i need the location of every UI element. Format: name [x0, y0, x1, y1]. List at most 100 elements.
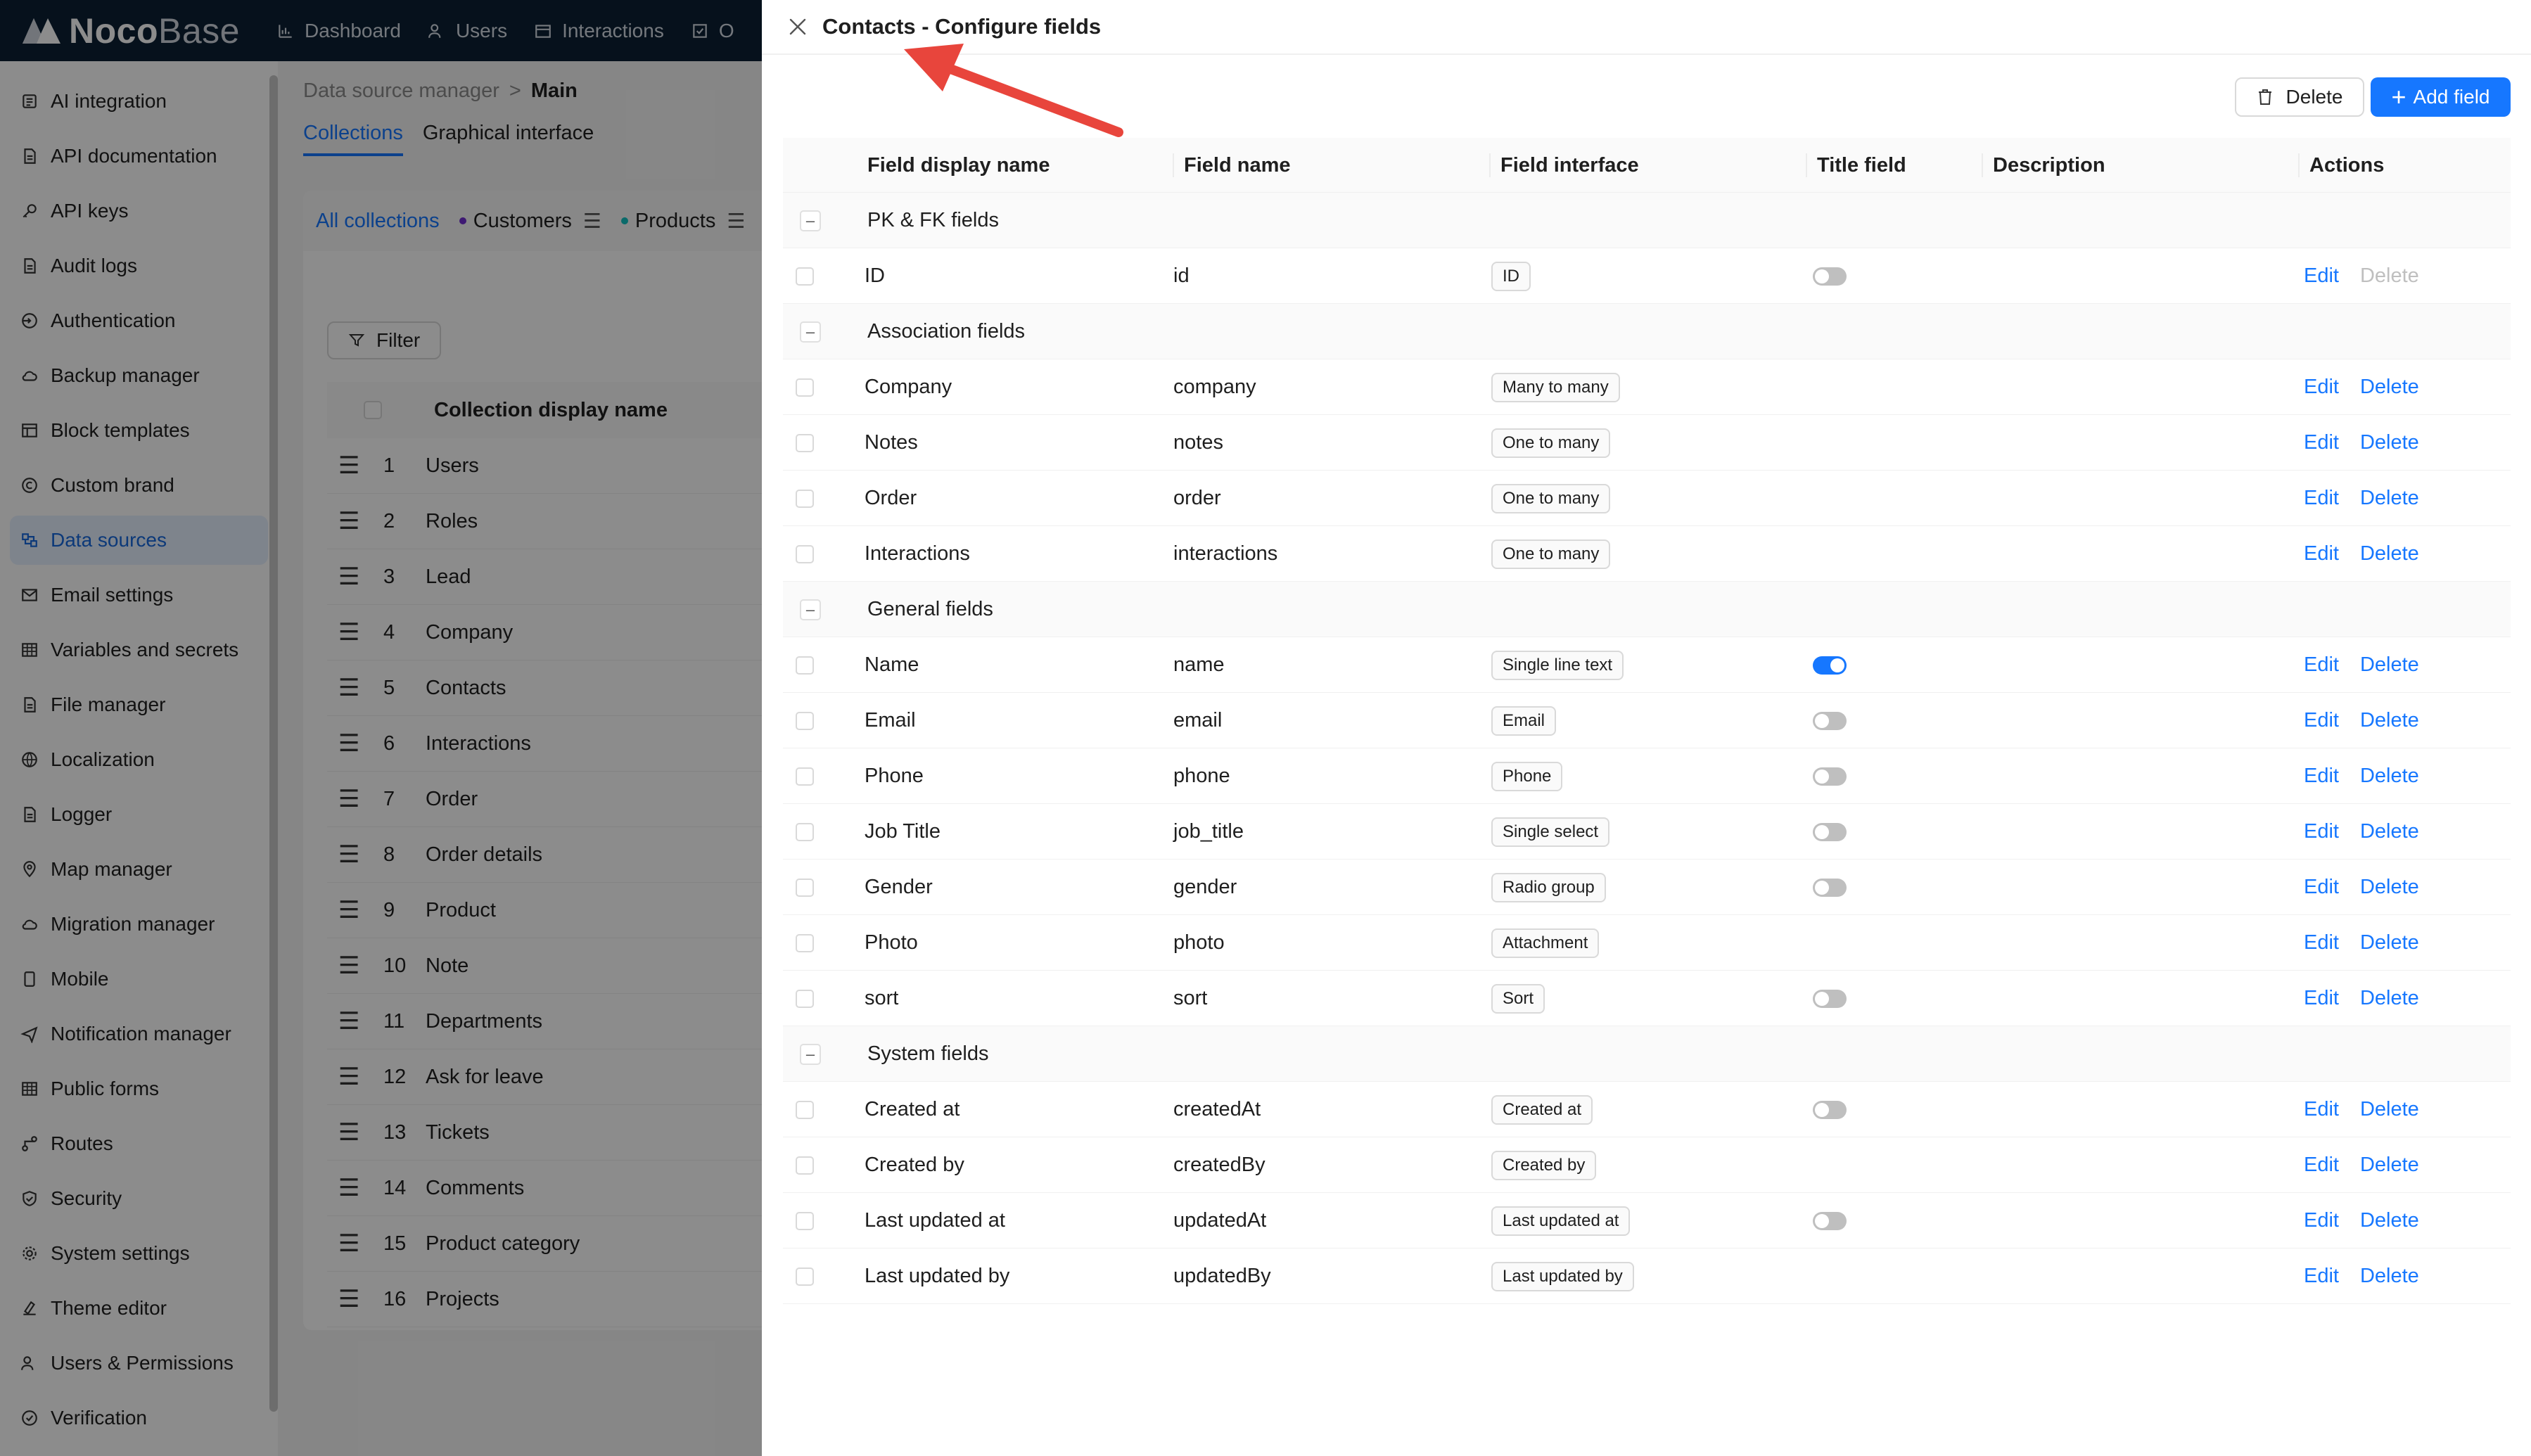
- row-checkbox[interactable]: [796, 822, 814, 841]
- field-display-name: Phone: [865, 765, 924, 787]
- field-name: photo: [1173, 931, 1225, 954]
- edit-link[interactable]: Edit: [2304, 264, 2339, 288]
- delete-link[interactable]: Delete: [2360, 709, 2419, 732]
- drawer-title: Contacts - Configure fields: [822, 14, 1102, 39]
- title-field-switch[interactable]: [1813, 267, 1847, 286]
- delete-link[interactable]: Delete: [2360, 876, 2419, 899]
- field-interface-tag: Single select: [1491, 817, 1610, 847]
- title-field-switch[interactable]: [1813, 1211, 1847, 1230]
- delete-link[interactable]: Delete: [2360, 765, 2419, 788]
- plus-icon: +: [2391, 82, 2406, 111]
- row-checkbox[interactable]: [796, 433, 814, 452]
- row-checkbox[interactable]: [796, 1156, 814, 1175]
- field-row[interactable]: Last updated by updatedBy Last updated by E…: [783, 1249, 2511, 1304]
- row-checkbox[interactable]: [796, 378, 814, 397]
- title-field-switch[interactable]: [1813, 767, 1847, 786]
- field-interface-tag: Many to many: [1491, 372, 1620, 402]
- field-name: updatedBy: [1173, 1265, 1271, 1287]
- field-row[interactable]: Email email Email Edit Delete: [783, 693, 2511, 748]
- edit-link[interactable]: Edit: [2304, 1154, 2339, 1177]
- row-checkbox[interactable]: [796, 989, 814, 1008]
- title-field-switch[interactable]: [1813, 1100, 1847, 1119]
- edit-link[interactable]: Edit: [2304, 1098, 2339, 1121]
- field-row[interactable]: Created at createdAt Created at Edit Delete: [783, 1082, 2511, 1137]
- field-name: email: [1173, 709, 1223, 732]
- delete-link[interactable]: Delete: [2360, 1265, 2419, 1288]
- fields-table: Field display name Field name Field inte…: [783, 138, 2511, 1304]
- row-checkbox[interactable]: [796, 1100, 814, 1119]
- field-row[interactable]: Created by createdBy Created by Edit Delete: [783, 1137, 2511, 1193]
- delete-link[interactable]: Delete: [2360, 376, 2419, 399]
- row-checkbox[interactable]: [796, 656, 814, 675]
- field-row[interactable]: Job Title job_title Single select Edit Delet…: [783, 804, 2511, 860]
- edit-link[interactable]: Edit: [2304, 653, 2339, 677]
- row-checkbox[interactable]: [796, 711, 814, 730]
- collapse-icon[interactable]: –: [800, 1043, 821, 1065]
- field-interface-tag: Last updated by: [1491, 1261, 1634, 1291]
- modal-mask[interactable]: [0, 0, 762, 1456]
- title-field-switch[interactable]: [1813, 711, 1847, 730]
- edit-link[interactable]: Edit: [2304, 876, 2339, 899]
- delete-link[interactable]: Delete: [2360, 1098, 2419, 1121]
- field-name: phone: [1173, 765, 1230, 787]
- field-row[interactable]: Phone phone Phone Edit Delete: [783, 748, 2511, 804]
- edit-link[interactable]: Edit: [2304, 542, 2339, 566]
- edit-link[interactable]: Edit: [2304, 1209, 2339, 1232]
- row-checkbox[interactable]: [796, 544, 814, 563]
- delete-link[interactable]: Delete: [2360, 431, 2419, 454]
- edit-link[interactable]: Edit: [2304, 987, 2339, 1010]
- field-group-label: Association fields: [867, 320, 1026, 343]
- delete-link[interactable]: Delete: [2360, 487, 2419, 510]
- row-checkbox[interactable]: [796, 1267, 814, 1286]
- field-row[interactable]: Interactions interactions One to many Edit D…: [783, 526, 2511, 582]
- collapse-icon[interactable]: –: [800, 210, 821, 231]
- field-interface-tag: Email: [1491, 705, 1557, 736]
- delete-link[interactable]: Delete: [2360, 931, 2419, 954]
- field-row[interactable]: Last updated at updatedAt Last updated at E…: [783, 1193, 2511, 1249]
- row-checkbox[interactable]: [796, 767, 814, 786]
- field-display-name: Notes: [865, 431, 918, 454]
- title-field-switch[interactable]: [1813, 989, 1847, 1008]
- field-name: updatedAt: [1173, 1209, 1267, 1232]
- edit-link[interactable]: Edit: [2304, 820, 2339, 843]
- edit-link[interactable]: Edit: [2304, 376, 2339, 399]
- field-row[interactable]: Name name Single line text Edit Delete: [783, 637, 2511, 693]
- edit-link[interactable]: Edit: [2304, 709, 2339, 732]
- add-field-button[interactable]: + Add field: [2371, 77, 2511, 117]
- row-checkbox[interactable]: [796, 267, 814, 286]
- collapse-icon[interactable]: –: [800, 599, 821, 620]
- delete-link: Delete: [2359, 264, 2419, 287]
- edit-link[interactable]: Edit: [2304, 1265, 2339, 1288]
- row-checkbox[interactable]: [796, 933, 814, 952]
- row-checkbox[interactable]: [796, 489, 814, 508]
- collapse-icon[interactable]: –: [800, 321, 821, 343]
- field-name: order: [1173, 487, 1221, 509]
- field-row[interactable]: Photo photo Attachment Edit Delete: [783, 915, 2511, 971]
- field-row[interactable]: ID id ID Edit Delete: [783, 248, 2511, 304]
- field-row[interactable]: Company company Many to many Edit Delete: [783, 359, 2511, 415]
- field-row[interactable]: sort sort Sort Edit Delete: [783, 971, 2511, 1026]
- delete-link[interactable]: Delete: [2360, 653, 2419, 677]
- delete-link[interactable]: Delete: [2360, 542, 2419, 566]
- delete-link[interactable]: Delete: [2360, 1154, 2419, 1177]
- field-interface-tag: Single line text: [1491, 650, 1624, 680]
- delete-link[interactable]: Delete: [2360, 987, 2419, 1010]
- edit-link[interactable]: Edit: [2304, 431, 2339, 454]
- row-checkbox[interactable]: [796, 1211, 814, 1230]
- title-field-switch[interactable]: [1813, 656, 1847, 675]
- row-checkbox[interactable]: [796, 878, 814, 897]
- edit-link[interactable]: Edit: [2304, 487, 2339, 510]
- delete-link[interactable]: Delete: [2360, 820, 2419, 843]
- field-row[interactable]: Order order One to many Edit Delete: [783, 471, 2511, 526]
- field-row[interactable]: Notes notes One to many Edit Delete: [783, 415, 2511, 471]
- close-icon[interactable]: [786, 15, 810, 39]
- field-display-name: Email: [865, 709, 916, 732]
- title-field-switch[interactable]: [1813, 822, 1847, 841]
- edit-link[interactable]: Edit: [2304, 931, 2339, 954]
- field-row[interactable]: Gender gender Radio group Edit Delete: [783, 860, 2511, 915]
- title-field-switch[interactable]: [1813, 878, 1847, 897]
- edit-link[interactable]: Edit: [2304, 765, 2339, 788]
- delete-link[interactable]: Delete: [2360, 1209, 2419, 1232]
- header-field-display-name: Field display name: [867, 153, 1050, 177]
- delete-button[interactable]: Delete: [2235, 77, 2364, 117]
